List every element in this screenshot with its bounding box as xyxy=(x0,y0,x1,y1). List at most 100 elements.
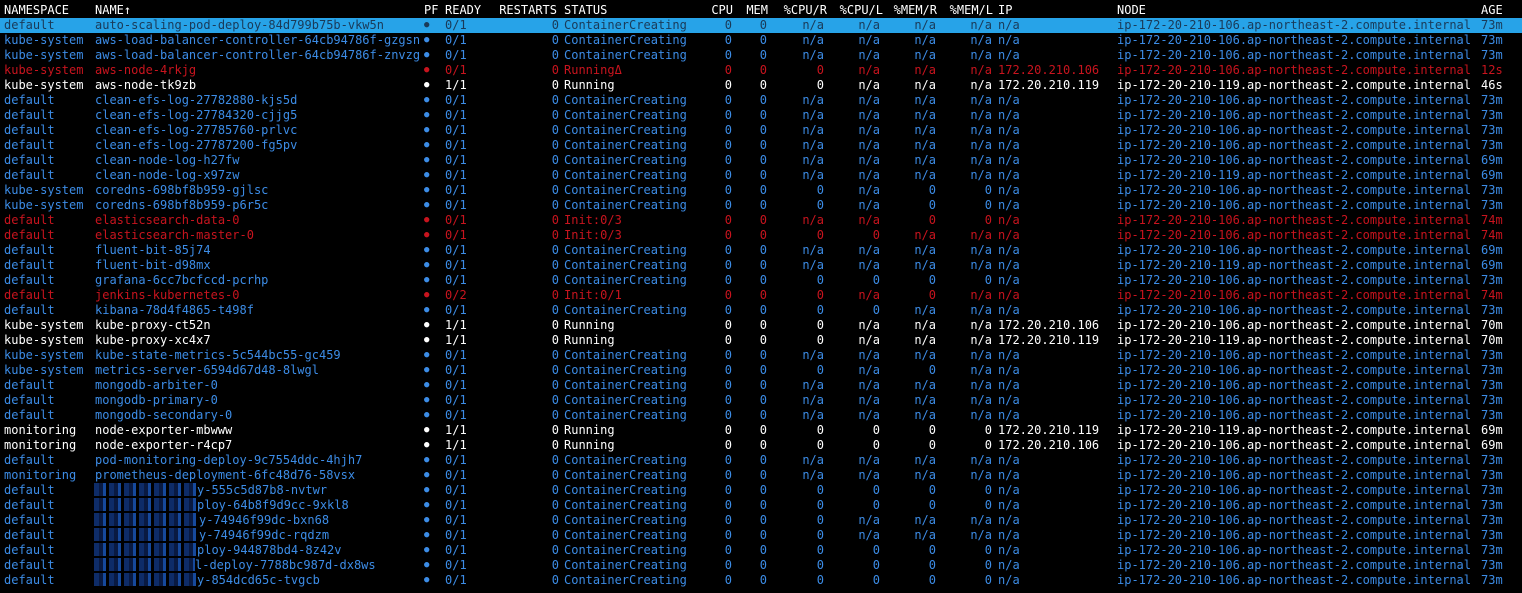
pod-status: ContainerCreating xyxy=(564,513,687,527)
table-row[interactable]: kube-system kube-proxy-xc4x7 ● 1/1 0 Running 0… xyxy=(0,333,1522,348)
port-forward-indicator: ● xyxy=(424,230,430,240)
pod-mem: 0 xyxy=(759,78,767,92)
table-row[interactable]: default ploy-944878bd4-8z42v ● 0/1 0 Containe… xyxy=(0,543,1522,558)
pod-mem-request-pct: 0 xyxy=(928,363,936,377)
pod-name: mongodb-arbiter-0 xyxy=(95,378,218,392)
pod-name: jenkins-kubernetes-0 xyxy=(95,288,240,302)
table-row[interactable]: default kibana-78d4f4865-t498f ● 0/1 0 Contai… xyxy=(0,303,1522,318)
pod-mem: 0 xyxy=(759,318,767,332)
table-row[interactable]: kube-system aws-load-balancer-controller-… xyxy=(0,33,1522,48)
pod-node: ip-172-20-210-106.ap-northeast-2.compute… xyxy=(1117,48,1472,62)
table-row[interactable]: default jenkins-kubernetes-0 ● 0/2 0 Init:0/1… xyxy=(0,288,1522,303)
column-header-mem-r[interactable]: %MEM/R xyxy=(894,3,937,18)
pod-namespace: default xyxy=(4,498,55,512)
pod-namespace: kube-system xyxy=(4,333,84,347)
pod-mem: 0 xyxy=(759,273,767,287)
pod-mem: 0 xyxy=(759,558,767,572)
pod-namespace: kube-system xyxy=(4,33,84,47)
table-row[interactable]: default clean-efs-log-27784320-cjjg5 ● 0/1 0… xyxy=(0,108,1522,123)
table-row[interactable]: default ploy-64b8f9d9cc-9xkl8 ● 0/1 0 Contain… xyxy=(0,498,1522,513)
table-row[interactable]: monitoring prometheus-deployment-6fc48d76… xyxy=(0,468,1522,483)
table-row[interactable]: default elasticsearch-master-0 ● 0/1 0 Init:0… xyxy=(0,228,1522,243)
pod-mem-request-pct: n/a xyxy=(914,243,936,257)
pod-cpu-request-pct: 0 xyxy=(816,273,824,287)
table-row[interactable]: kube-system coredns-698bf8b959-gjlsc ● 0/1 0… xyxy=(0,183,1522,198)
column-header-mem[interactable]: MEM xyxy=(746,3,768,18)
pod-mem-request-pct: 0 xyxy=(928,543,936,557)
table-row[interactable]: monitoring node-exporter-mbwww ● 1/1 0 Runnin… xyxy=(0,423,1522,438)
column-header-namespace[interactable]: NAMESPACE xyxy=(4,3,69,18)
column-header-mem-l[interactable]: %MEM/L xyxy=(950,3,993,18)
table-row[interactable]: default fluent-bit-d98mx ● 0/1 0 ContainerCre… xyxy=(0,258,1522,273)
column-header-pf[interactable]: PF xyxy=(424,3,438,18)
column-header-ip[interactable]: IP xyxy=(998,3,1012,18)
table-row[interactable]: default clean-efs-log-27787200-fg5pv ● 0/1 0… xyxy=(0,138,1522,153)
column-header-cpu[interactable]: CPU xyxy=(711,3,733,18)
table-row[interactable]: kube-system kube-proxy-ct52n ● 1/1 0 Running 0… xyxy=(0,318,1522,333)
pod-status: ContainerCreating xyxy=(564,93,687,107)
table-row[interactable]: default elasticsearch-data-0 ● 0/1 0 Init:0/3… xyxy=(0,213,1522,228)
pod-ready: 0/1 xyxy=(445,273,467,287)
pod-node: ip-172-20-210-106.ap-northeast-2.compute… xyxy=(1117,63,1472,77)
pod-name: clean-node-log-h27fw xyxy=(95,153,240,167)
table-row[interactable]: kube-system kube-state-metrics-5c544bc55-… xyxy=(0,348,1522,363)
table-row[interactable]: kube-system aws-load-balancer-controller-… xyxy=(0,48,1522,63)
table-row[interactable]: default clean-node-log-x97zw ● 0/1 0 Containe… xyxy=(0,168,1522,183)
pod-node: ip-172-20-210-106.ap-northeast-2.compute… xyxy=(1117,438,1472,452)
pod-age: 69m xyxy=(1481,258,1503,272)
table-row[interactable]: default clean-efs-log-27785760-prlvc ● 0/1 0… xyxy=(0,123,1522,138)
pod-mem-limit-pct: n/a xyxy=(970,93,992,107)
pod-cpu-request-pct: 0 xyxy=(816,318,824,332)
table-row[interactable]: kube-system metrics-server-6594d67d48-8lw… xyxy=(0,363,1522,378)
table-row[interactable]: default pod-monitoring-deploy-9c7554ddc-4… xyxy=(0,453,1522,468)
table-row[interactable]: default l-deploy-7788bc987d-dx8ws ● 0/1 0 Con… xyxy=(0,558,1522,573)
column-header-node[interactable]: NODE xyxy=(1117,3,1146,18)
column-header-status[interactable]: STATUS xyxy=(564,3,607,18)
table-row[interactable]: default mongodb-secondary-0 ● 0/1 0 Container… xyxy=(0,408,1522,423)
table-row[interactable]: default fluent-bit-85j74 ● 0/1 0 ContainerCre… xyxy=(0,243,1522,258)
pod-node: ip-172-20-210-106.ap-northeast-2.compute… xyxy=(1117,363,1472,377)
redaction-mask xyxy=(94,513,199,526)
pod-cpu-request-pct: n/a xyxy=(802,153,824,167)
table-row[interactable]: default y-854dcd65c-tvgcb ● 0/1 0 ContainerCr… xyxy=(0,573,1522,588)
pod-cpu-request-pct: n/a xyxy=(802,468,824,482)
pod-status: ContainerCreating xyxy=(564,468,687,482)
column-header-restarts[interactable]: RESTARTS xyxy=(499,3,557,18)
table-row[interactable]: default auto-scaling-pod-deploy-84d799b75… xyxy=(0,18,1522,33)
pod-mem-request-pct: n/a xyxy=(914,123,936,137)
pod-ip: n/a xyxy=(998,348,1020,362)
port-forward-indicator: ● xyxy=(424,455,430,465)
pod-mem: 0 xyxy=(759,573,767,587)
column-header-ready[interactable]: READY xyxy=(445,3,481,18)
column-header-age[interactable]: AGE xyxy=(1481,3,1503,18)
column-header-name[interactable]: NAME↑ xyxy=(95,3,131,18)
pod-name: clean-efs-log-27784320-cjjg5 xyxy=(95,108,298,122)
column-header-cpu-r[interactable]: %CPU/R xyxy=(784,3,827,18)
table-row[interactable]: monitoring node-exporter-r4cp7 ● 1/1 0 Runnin… xyxy=(0,438,1522,453)
table-row[interactable]: kube-system aws-node-tk9zb ● 1/1 0 Running 0 0 0… xyxy=(0,78,1522,93)
table-row[interactable]: default y-555c5d87b8-nvtwr ● 0/1 0 ContainerC… xyxy=(0,483,1522,498)
table-row[interactable]: default mongodb-arbiter-0 ● 0/1 0 ContainerCr… xyxy=(0,378,1522,393)
pod-mem-limit-pct: 0 xyxy=(984,213,992,227)
table-row[interactable]: default grafana-6cc7bcfccd-pcrhp ● 0/1 0 Cont… xyxy=(0,273,1522,288)
table-row[interactable]: default mongodb-primary-0 ● 0/1 0 ContainerCr… xyxy=(0,393,1522,408)
pod-age: 69m xyxy=(1481,153,1503,167)
table-row[interactable]: default clean-efs-log-27782880-kjs5d ● 0/1 0… xyxy=(0,93,1522,108)
table-row[interactable]: default y-74946f99dc-bxn68 ● 0/1 0 ContainerC… xyxy=(0,513,1522,528)
pod-name: node-exporter-r4cp7 xyxy=(95,438,233,452)
pod-age: 69m xyxy=(1481,423,1503,437)
pod-restarts: 0 xyxy=(551,408,559,422)
pod-ip: n/a xyxy=(998,198,1020,212)
pod-mem-request-pct: 0 xyxy=(928,558,936,572)
column-header-cpu-l[interactable]: %CPU/L xyxy=(840,3,883,18)
pod-age: 73m xyxy=(1481,93,1503,107)
pod-restarts: 0 xyxy=(551,573,559,587)
pod-namespace: default xyxy=(4,288,55,302)
table-row[interactable]: kube-system coredns-698bf8b959-p6r5c ● 0/1 0… xyxy=(0,198,1522,213)
table-row[interactable]: default y-74946f99dc-rqdzm ● 0/1 0 ContainerC… xyxy=(0,528,1522,543)
table-row[interactable]: default clean-node-log-h27fw ● 0/1 0 Containe… xyxy=(0,153,1522,168)
table-row[interactable]: kube-system aws-node-4rkjg ● 0/1 0 RunningΔ 0 0… xyxy=(0,63,1522,78)
pod-ip: n/a xyxy=(998,168,1020,182)
pod-node: ip-172-20-210-106.ap-northeast-2.compute… xyxy=(1117,288,1472,302)
pod-mem-limit-pct: n/a xyxy=(970,123,992,137)
